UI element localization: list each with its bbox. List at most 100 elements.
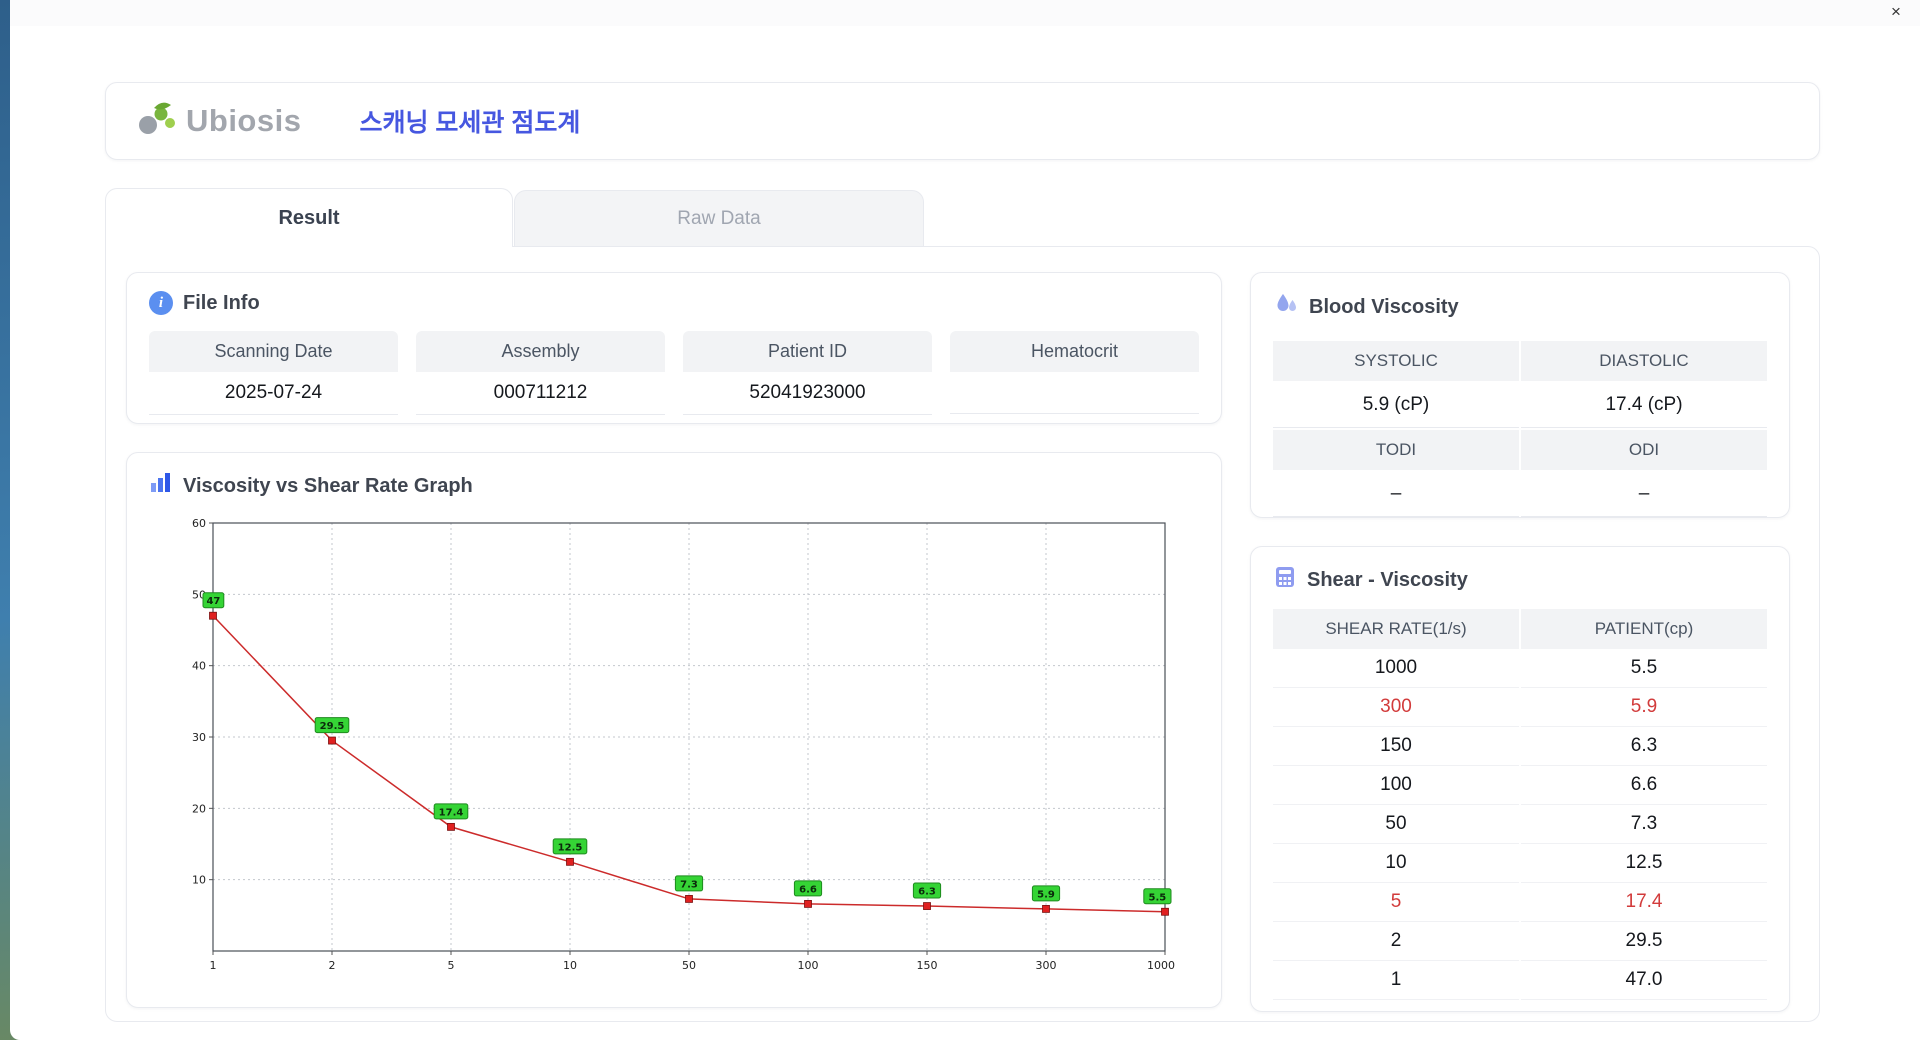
shear-rate-cell: 100 xyxy=(1273,766,1519,805)
chart-point xyxy=(209,611,217,620)
patient-cell: 12.5 xyxy=(1521,844,1767,883)
tab-raw-data[interactable]: Raw Data xyxy=(514,190,924,246)
todi-header: TODI xyxy=(1273,430,1519,470)
shear-viscosity-title-row: Shear - Viscosity xyxy=(1273,565,1767,595)
viscosity-graph-card: Viscosity vs Shear Rate Graph 10 20 30 40 50… xyxy=(126,452,1222,1008)
bar-chart-icon xyxy=(149,471,173,501)
calculator-icon xyxy=(1273,565,1297,595)
svg-text:47: 47 xyxy=(206,596,220,607)
table-row: 10 12.5 xyxy=(1273,844,1767,883)
patient-cell: 5.9 xyxy=(1521,688,1767,727)
blood-viscosity-card: Blood Viscosity SYSTOLIC DIASTOLIC 5.9 (… xyxy=(1250,272,1790,518)
table-row: 300 5.9 xyxy=(1273,688,1767,727)
chart-point xyxy=(1042,905,1050,913)
table-row: 50 7.3 xyxy=(1273,805,1767,844)
x-tick-label: 1000 xyxy=(1147,959,1175,972)
field-value: 52041923000 xyxy=(683,372,932,415)
patient-cell: 5.5 xyxy=(1521,649,1767,688)
patient-cell: 7.3 xyxy=(1521,805,1767,844)
file-info-title-row: i File Info xyxy=(149,291,1199,315)
field-label: Hematocrit xyxy=(950,331,1199,372)
chart-point xyxy=(328,736,336,745)
graph-title: Viscosity vs Shear Rate Graph xyxy=(183,474,473,497)
y-tick-label: 30 xyxy=(192,731,206,744)
field-assembly: Assembly 000711212 xyxy=(416,331,665,415)
chart-point xyxy=(804,900,812,908)
shear-rate-cell: 1000 xyxy=(1273,649,1519,688)
y-tick-label: 60 xyxy=(192,517,206,530)
svg-text:5.5: 5.5 xyxy=(1149,892,1167,903)
logo-icon xyxy=(134,99,180,144)
tab-result[interactable]: Result xyxy=(105,188,513,247)
field-hematocrit: Hematocrit xyxy=(950,331,1199,415)
droplet-icon xyxy=(1273,291,1299,323)
shear-table-header: SHEAR RATE(1/s) PATIENT(cp) xyxy=(1273,609,1767,649)
shear-rate-cell: 50 xyxy=(1273,805,1519,844)
viscosity-chart: 10 20 30 40 50 60 1 2 5 10 50 100 150 300 1000 47 29.5 17… xyxy=(177,511,1199,986)
diastolic-header: DIASTOLIC xyxy=(1521,341,1767,381)
chart-point xyxy=(923,902,931,910)
shear-rate-cell: 300 xyxy=(1273,688,1519,727)
x-tick-label: 1 xyxy=(210,959,217,972)
shear-viscosity-card: Shear - Viscosity SHEAR RATE(1/s) PATIEN… xyxy=(1250,546,1790,1012)
odi-value: – xyxy=(1521,472,1767,517)
table-row: 5 17.4 xyxy=(1273,883,1767,922)
field-scanning-date: Scanning Date 2025-07-24 xyxy=(149,331,398,415)
odi-header: ODI xyxy=(1521,430,1767,470)
shear-rate-cell: 150 xyxy=(1273,727,1519,766)
svg-text:6.3: 6.3 xyxy=(918,887,936,898)
logo: Ubiosis xyxy=(134,99,301,144)
svg-text:6.6: 6.6 xyxy=(799,884,817,895)
chart-point xyxy=(566,857,574,866)
table-row: 2 29.5 xyxy=(1273,922,1767,961)
svg-text:29.5: 29.5 xyxy=(320,721,345,732)
systolic-value: 5.9 (cP) xyxy=(1273,383,1519,428)
info-icon: i xyxy=(149,291,173,315)
table-row: 150 6.3 xyxy=(1273,727,1767,766)
field-patient-id: Patient ID 52041923000 xyxy=(683,331,932,415)
field-label: Patient ID xyxy=(683,331,932,372)
patient-cell: 6.6 xyxy=(1521,766,1767,805)
blood-viscosity-title: Blood Viscosity xyxy=(1309,295,1459,318)
patient-cell: 29.5 xyxy=(1521,922,1767,961)
shear-viscosity-title: Shear - Viscosity xyxy=(1307,568,1468,591)
patient-column-header: PATIENT(cp) xyxy=(1521,609,1767,649)
table-row: 1 47.0 xyxy=(1273,961,1767,1000)
graph-title-row: Viscosity vs Shear Rate Graph xyxy=(149,471,1199,501)
systolic-header: SYSTOLIC xyxy=(1273,341,1519,381)
app-header: Ubiosis 스캐닝 모세관 점도계 xyxy=(105,82,1820,160)
y-tick-label: 10 xyxy=(192,874,206,887)
patient-cell: 6.3 xyxy=(1521,727,1767,766)
logo-text: Ubiosis xyxy=(186,103,302,138)
field-value: 000711212 xyxy=(416,372,665,415)
y-tick-label: 40 xyxy=(192,660,206,673)
shear-rate-column-header: SHEAR RATE(1/s) xyxy=(1273,609,1519,649)
shear-rate-cell: 5 xyxy=(1273,883,1519,922)
close-icon[interactable]: × xyxy=(1886,3,1906,21)
field-label: Scanning Date xyxy=(149,331,398,372)
svg-text:5.9: 5.9 xyxy=(1037,889,1055,900)
x-tick-label: 5 xyxy=(448,959,455,972)
shear-rate-cell: 10 xyxy=(1273,844,1519,883)
x-tick-label: 50 xyxy=(682,959,696,972)
shear-rate-cell: 1 xyxy=(1273,961,1519,1000)
x-tick-label: 100 xyxy=(798,959,819,972)
file-info-fields: Scanning Date 2025-07-24 Assembly 000711… xyxy=(149,331,1199,415)
x-tick-label: 2 xyxy=(329,959,336,972)
file-info-card: i File Info Scanning Date 2025-07-24 Ass… xyxy=(126,272,1222,424)
patient-cell: 17.4 xyxy=(1521,883,1767,922)
field-value: 2025-07-24 xyxy=(149,372,398,415)
table-row: 100 6.6 xyxy=(1273,766,1767,805)
svg-text:12.5: 12.5 xyxy=(558,842,583,853)
x-tick-label: 10 xyxy=(563,959,577,972)
chart-point xyxy=(447,822,455,831)
title-bar: × xyxy=(10,0,1920,26)
patient-cell: 47.0 xyxy=(1521,961,1767,1000)
shear-rate-cell: 2 xyxy=(1273,922,1519,961)
file-info-title: File Info xyxy=(183,291,260,314)
table-row: 1000 5.5 xyxy=(1273,649,1767,688)
svg-text:17.4: 17.4 xyxy=(439,807,464,818)
chart-point xyxy=(685,895,693,903)
blood-viscosity-title-row: Blood Viscosity xyxy=(1273,291,1767,323)
blood-viscosity-table: SYSTOLIC DIASTOLIC 5.9 (cP) 17.4 (cP) TO… xyxy=(1273,341,1767,517)
